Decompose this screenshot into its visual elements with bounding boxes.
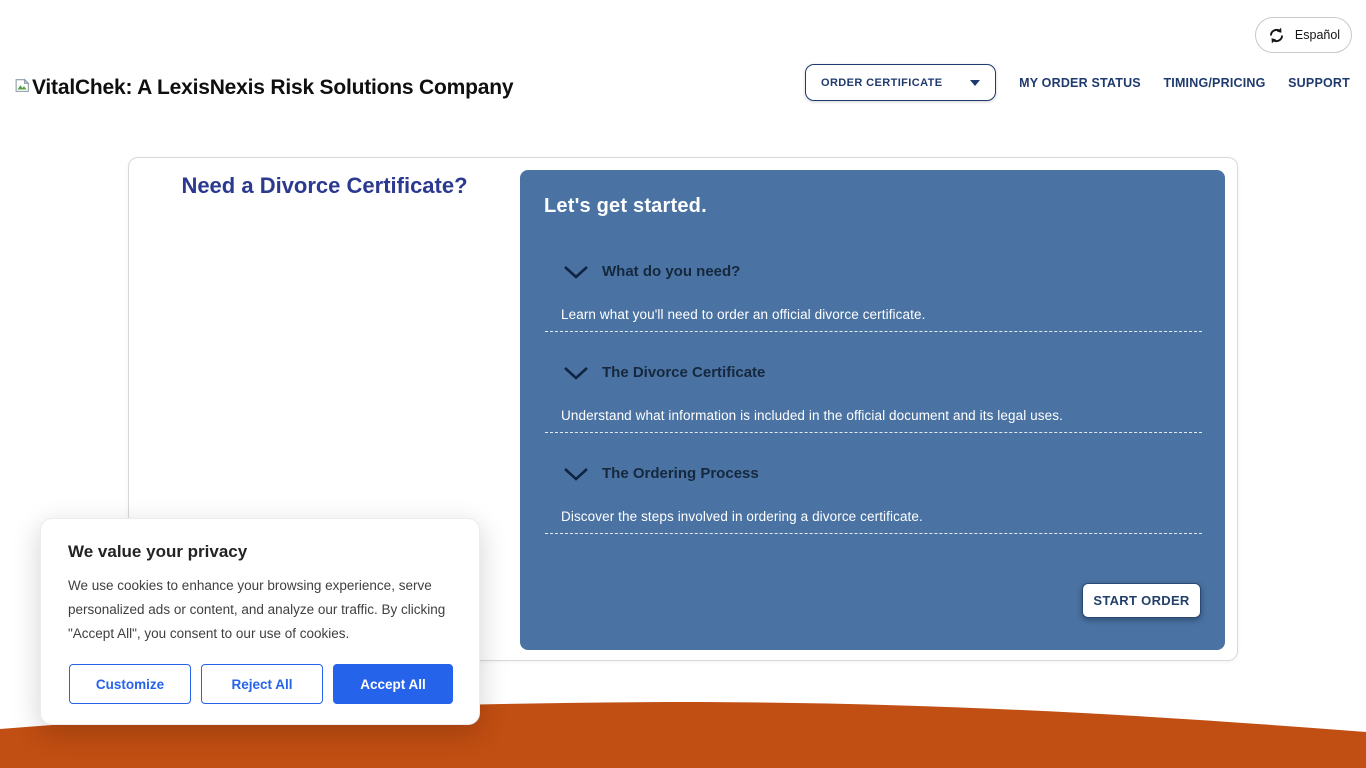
customize-button[interactable]: Customize <box>69 664 191 704</box>
accordion-header[interactable]: The Divorce Certificate <box>545 363 1202 383</box>
accordion-title: What do you need? <box>602 262 740 282</box>
cookie-title: We value your privacy <box>68 542 452 562</box>
panel-heading: Let's get started. <box>544 192 1225 220</box>
accordion-description: Learn what you'll need to order an offic… <box>545 306 1202 323</box>
get-started-panel: Let's get started. What do you need? Lea… <box>520 170 1225 650</box>
start-order-button[interactable]: START ORDER <box>1082 583 1201 618</box>
cookie-button-row: Customize Reject All Accept All <box>69 664 453 704</box>
accordion-description: Understand what information is included … <box>545 407 1202 424</box>
accordion-title: The Divorce Certificate <box>602 363 765 383</box>
language-toggle-button[interactable]: Español <box>1255 17 1352 53</box>
accordion-list: What do you need? Learn what you'll need… <box>545 262 1202 534</box>
caret-down-icon <box>970 80 980 86</box>
accordion-divorce-certificate: The Divorce Certificate Understand what … <box>545 363 1202 433</box>
nav-support[interactable]: SUPPORT <box>1288 76 1350 90</box>
dashed-divider <box>545 331 1202 332</box>
broken-image-icon <box>14 77 31 94</box>
nav-my-order-status[interactable]: MY ORDER STATUS <box>1019 76 1141 90</box>
accept-all-button[interactable]: Accept All <box>333 664 453 704</box>
main-nav: ORDER CERTIFICATE MY ORDER STATUS TIMING… <box>805 64 1350 101</box>
vitalchek-logo[interactable]: VitalChek: A LexisNexis Risk Solutions C… <box>14 74 513 102</box>
order-certificate-label: ORDER CERTIFICATE <box>821 77 942 89</box>
chevron-down-icon <box>563 467 589 481</box>
chevron-down-icon <box>563 265 589 279</box>
cookie-consent-dialog: We value your privacy We use cookies to … <box>40 518 480 725</box>
accordion-title: The Ordering Process <box>602 464 759 484</box>
nav-timing-pricing[interactable]: TIMING/PRICING <box>1163 76 1265 90</box>
dashed-divider <box>545 432 1202 433</box>
accordion-header[interactable]: What do you need? <box>545 262 1202 282</box>
dashed-divider <box>545 533 1202 534</box>
accordion-header[interactable]: The Ordering Process <box>545 464 1202 484</box>
cookie-message: We use cookies to enhance your browsing … <box>68 574 452 646</box>
language-label: Español <box>1295 28 1340 42</box>
accordion-description: Discover the steps involved in ordering … <box>545 508 1202 525</box>
logo-alt-text: VitalChek: A LexisNexis Risk Solutions C… <box>32 74 513 102</box>
refresh-icon <box>1267 26 1286 45</box>
page-title: Need a Divorce Certificate? <box>129 173 520 199</box>
chevron-down-icon <box>563 366 589 380</box>
accordion-ordering-process: The Ordering Process Discover the steps … <box>545 464 1202 534</box>
reject-all-button[interactable]: Reject All <box>201 664 323 704</box>
accordion-what-do-you-need: What do you need? Learn what you'll need… <box>545 262 1202 332</box>
order-certificate-dropdown[interactable]: ORDER CERTIFICATE <box>805 64 996 101</box>
